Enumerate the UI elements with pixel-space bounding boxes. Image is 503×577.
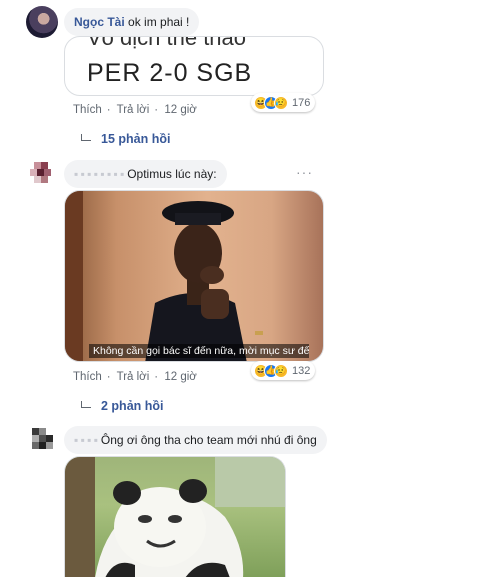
comment-image[interactable]: Vô địch thể thao PER 2-0 SGB [64, 36, 324, 96]
reply-link[interactable]: Trả lời [117, 371, 150, 383]
replies-count: 15 phản hồi [101, 132, 171, 146]
avatar[interactable] [26, 158, 58, 190]
view-replies-link[interactable]: 2 phản hồi [81, 399, 164, 413]
image-text: PER 2-0 SGB [87, 59, 253, 87]
panda-meme-illustration [65, 457, 285, 577]
reaction-summary[interactable]: 😆 👍 😥 132 [251, 361, 316, 380]
reaction-count: 176 [292, 96, 311, 109]
sad-icon: 😥 [274, 95, 288, 110]
comment-3: ▪ ▪ ▪ ▪ Ông ơi ông tha cho team mới nhú … [26, 422, 496, 577]
comment-actions: Thích · Trả lời · 12 giờ [73, 104, 197, 116]
sad-icon: 😥 [274, 363, 288, 378]
image-text-top: Vô địch thể thao [87, 36, 247, 50]
reaction-count: 132 [292, 364, 311, 377]
avatar[interactable] [26, 424, 58, 456]
comment-image[interactable]: Không cần gọi bác sĩ đến nữa, mời mục sư… [64, 190, 324, 362]
view-replies-link[interactable]: 15 phản hồi [81, 132, 170, 146]
comment-author[interactable]: Ngọc Tài [74, 15, 125, 29]
comment-bubble: ▪ ▪ ▪ ▪ ▪ ▪ ▪ ▪ Optimus lúc này: [64, 160, 227, 188]
bottom-border [0, 573, 503, 577]
avatar[interactable] [26, 6, 58, 38]
comment-text: Optimus lúc này: [127, 167, 217, 181]
comment-text: ok im phai ! [128, 15, 190, 29]
comment-bubble: ▪ ▪ ▪ ▪ Ông ơi ông tha cho team mới nhú … [64, 426, 327, 454]
comment-2: ▪ ▪ ▪ ▪ ▪ ▪ ▪ ▪ Optimus lúc này: ··· Khô… [26, 156, 496, 418]
reply-arrow-icon [81, 134, 91, 141]
comment-author[interactable]: ▪ ▪ ▪ ▪ [74, 433, 98, 447]
like-link[interactable]: Thích [73, 104, 102, 116]
replies-count: 2 phản hồi [101, 399, 164, 413]
like-link[interactable]: Thích [73, 371, 102, 383]
comment-time[interactable]: 12 giờ [164, 371, 196, 383]
avatar-pixels [32, 428, 53, 449]
reaction-summary[interactable]: 😆 👍 😥 176 [251, 93, 316, 112]
comment-1: Ngọc Tài ok im phai ! Vô địch thể thao P… [26, 4, 496, 149]
reply-link[interactable]: Trả lời [117, 104, 150, 116]
comment-actions: Thích · Trả lời · 12 giờ [73, 371, 197, 383]
image-caption: Không cần gọi bác sĩ đến nữa, mời mục sư… [89, 344, 309, 358]
comment-time[interactable]: 12 giờ [164, 104, 196, 116]
comment-bubble: Ngọc Tài ok im phai ! [64, 8, 200, 36]
officer-illustration [65, 191, 263, 361]
comment-text: Ông ơi ông tha cho team mới nhú đi ông [100, 433, 317, 447]
comment-image[interactable] [64, 456, 286, 577]
reply-arrow-icon [81, 401, 91, 408]
comment-author[interactable]: ▪ ▪ ▪ ▪ ▪ ▪ ▪ ▪ [74, 167, 124, 181]
more-options-icon[interactable]: ··· [296, 164, 313, 180]
